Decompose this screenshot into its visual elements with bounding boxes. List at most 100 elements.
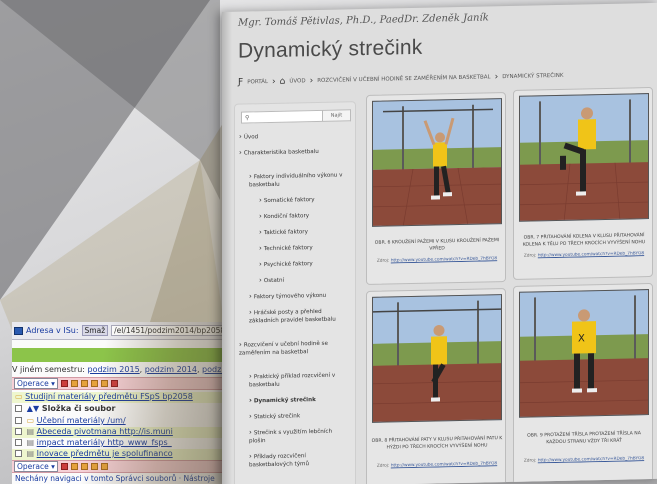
- row-checkbox[interactable]: [15, 428, 22, 435]
- figure-source: Zdroj: http://www.youtube.com/watch?v=RD…: [376, 256, 498, 264]
- list-item[interactable]: ▤ impact materiály http_www_fsps_: [12, 438, 225, 449]
- select-all-checkbox[interactable]: [15, 405, 22, 412]
- move-icon[interactable]: [90, 380, 98, 387]
- upload-icon[interactable]: [100, 380, 108, 387]
- figure-photo[interactable]: [372, 98, 502, 227]
- sidebar-item[interactable]: › Statický strečink: [249, 410, 345, 421]
- sidebar-item[interactable]: › Dynamický strečink: [249, 394, 345, 405]
- textbook-page: Mgr. Tomáš Pětivlas, Ph.D., PaedDr. Zden…: [222, 2, 657, 484]
- move-icon[interactable]: [90, 463, 98, 470]
- sidebar-item[interactable]: › Úvod: [239, 130, 345, 141]
- upload-icon[interactable]: [100, 463, 108, 470]
- operations-bar-top: Operace ▾: [12, 377, 225, 390]
- sidebar-item-label: Psychické faktory: [263, 261, 313, 269]
- list-item-label[interactable]: Abeceda pivotmana http://is.muni: [37, 427, 173, 436]
- sidebar-item[interactable]: › Psychické faktory: [259, 258, 345, 269]
- chevron-right-icon: ›: [259, 260, 262, 269]
- figure-card: Obr. 6 Kroužení pažemi v klusu Kroužení …: [366, 92, 506, 285]
- semester-link[interactable]: podzim 2014: [145, 365, 197, 374]
- breadcrumb-item[interactable]: Rozcvičení v učební hodině se zaměřením …: [317, 74, 490, 84]
- clear-address-button[interactable]: Smaž: [81, 325, 109, 336]
- source-link[interactable]: http://www.youtube.com/watch?v=RDeb_7hBY…: [391, 461, 497, 468]
- folder-icon[interactable]: [70, 463, 78, 470]
- logo-icon: ƒ: [238, 77, 244, 88]
- file-icon: ▤: [26, 449, 35, 458]
- sidebar-item[interactable]: › Technické faktory: [259, 242, 345, 253]
- sidebar-item-label: Kondiční faktory: [263, 213, 310, 221]
- settings-icon[interactable]: [110, 380, 118, 387]
- delete-icon[interactable]: [60, 380, 68, 387]
- source-link[interactable]: http://www.youtube.com/watch?v=RDeb_7hBY…: [538, 251, 644, 258]
- sidebar-item[interactable]: › Ostatní: [259, 274, 345, 285]
- sidebar-item-label: Příklady rozcvičení basketbalových týmů: [249, 453, 310, 469]
- folder-icon[interactable]: [70, 380, 78, 387]
- footer-link[interactable]: Nechány navigaci v tomto Správci souborů…: [12, 474, 225, 484]
- row-checkbox[interactable]: [15, 450, 22, 457]
- list-item-label[interactable]: Učební materiály /um/: [37, 416, 126, 425]
- file-icon: ▤: [26, 427, 35, 436]
- list-item-label[interactable]: Inovace předmětu je spolufinanco: [37, 449, 173, 458]
- search-input[interactable]: ⚲: [241, 109, 323, 124]
- sidebar-item[interactable]: › Příklady rozcvičení basketbalových týmů: [249, 450, 345, 469]
- copy-icon[interactable]: [80, 463, 88, 470]
- sort-icon[interactable]: ▲▼: [27, 404, 39, 413]
- operations-bar-bottom: Operace ▾: [12, 460, 225, 473]
- figure-source: Zdroj: http://www.youtube.com/watch?v=RD…: [523, 456, 645, 464]
- chevron-right-icon: ›: [239, 148, 242, 157]
- semester-link[interactable]: podzim 2015: [88, 365, 140, 374]
- breadcrumb-item[interactable]: Portál: [247, 79, 268, 85]
- sidebar-item[interactable]: › Taktické faktory: [259, 226, 345, 237]
- list-item[interactable]: ▭ Studijní materiály předmětu FSpS bp205…: [12, 392, 225, 403]
- sidebar-item[interactable]: › Somatické faktory: [259, 194, 345, 205]
- source-link[interactable]: http://www.youtube.com/watch?v=RDeb_7hBY…: [538, 456, 644, 463]
- photo-arm-circles: [373, 99, 502, 227]
- sidebar-item[interactable]: › Rozcvičení v učební hodině se zaměřením…: [239, 338, 345, 357]
- figure-caption: Obr. 9 Protažení třísla Protažení třísla…: [527, 431, 641, 446]
- sidebar-item[interactable]: › Faktory individuálního výkonu v basketb…: [249, 170, 345, 189]
- chevron-right-icon: ›: [249, 412, 252, 421]
- chevron-right-icon: ›: [249, 172, 252, 181]
- search-button[interactable]: Najít: [323, 109, 351, 122]
- list-item[interactable]: ▤ Abeceda pivotmana http://is.muni: [12, 427, 225, 438]
- figure-photo[interactable]: [519, 93, 649, 222]
- address-label: Adresa v ISu:: [26, 326, 79, 335]
- address-input[interactable]: /el/1451/podzim2014/bp2058/um: [111, 325, 225, 336]
- list-item[interactable]: ▤ Inovace předmětu je spolufinanco: [12, 449, 225, 460]
- list-item[interactable]: ▭ Učební materiály /um/: [12, 416, 225, 427]
- figure-gallery: Obr. 6 Kroužení pažemi v klusu Kroužení …: [366, 86, 657, 484]
- semester-prefix: V jiném semestru:: [12, 365, 85, 374]
- sidebar-item[interactable]: › Kondiční faktory: [259, 210, 345, 221]
- chevron-right-icon: ›: [249, 428, 252, 437]
- operations-select[interactable]: Operace ▾: [14, 461, 58, 472]
- sidebar-item[interactable]: › Hráčské posty a přehled základních prav…: [249, 306, 345, 325]
- delete-icon[interactable]: [60, 463, 68, 470]
- operations-select[interactable]: Operace ▾: [14, 378, 58, 389]
- row-checkbox[interactable]: [15, 417, 22, 424]
- chevron-right-icon: ›: [239, 132, 242, 141]
- sidebar-item[interactable]: › Charakteristika basketbalu: [239, 146, 345, 157]
- figure-caption: Obr. 8 Přitahování paty v klusu Přitahov…: [371, 436, 503, 451]
- figure-photo[interactable]: [372, 294, 502, 423]
- chevron-right-icon: ›: [259, 196, 262, 205]
- column-header-name[interactable]: Složka či soubor: [42, 404, 116, 413]
- sidebar-item-label: Statický strečink: [253, 413, 301, 421]
- sidebar-item[interactable]: › Faktory týmového výkonu: [249, 290, 345, 301]
- chevron-right-icon: ›: [259, 276, 262, 285]
- figure-source: Zdroj: http://www.youtube.com/watch?v=RD…: [376, 461, 498, 469]
- sidebar-item-label: Úvod: [243, 134, 259, 141]
- breadcrumb-item[interactable]: Úvod: [289, 78, 305, 84]
- sidebar-item-label: Faktory individuálního výkonu v basketba…: [249, 172, 343, 189]
- page-edge-shadow: [222, 11, 232, 484]
- figure-card: Obr. 7 Přitahování kolena v klusu Přitah…: [513, 86, 653, 280]
- sidebar-item-label: Dynamický strečink: [253, 397, 316, 405]
- table-header: ▲▼ Složka či soubor: [12, 404, 225, 415]
- list-item-label[interactable]: impact materiály http_www_fsps_: [37, 438, 172, 447]
- sidebar-item-label: Rozcvičení v učební hodině se zaměřením …: [239, 340, 328, 357]
- copy-icon[interactable]: [80, 380, 88, 387]
- sidebar-item[interactable]: › Strečink s využitím lebčních plošin: [249, 426, 345, 445]
- figure-photo[interactable]: X: [519, 289, 649, 418]
- row-checkbox[interactable]: [15, 439, 22, 446]
- sidebar-item[interactable]: › Praktický příklad rozcvičení v basketba…: [249, 370, 345, 389]
- source-link[interactable]: http://www.youtube.com/watch?v=RDeb_7hBY…: [391, 256, 497, 263]
- list-item-label[interactable]: Studijní materiály předmětu FSpS bp2058: [25, 392, 193, 401]
